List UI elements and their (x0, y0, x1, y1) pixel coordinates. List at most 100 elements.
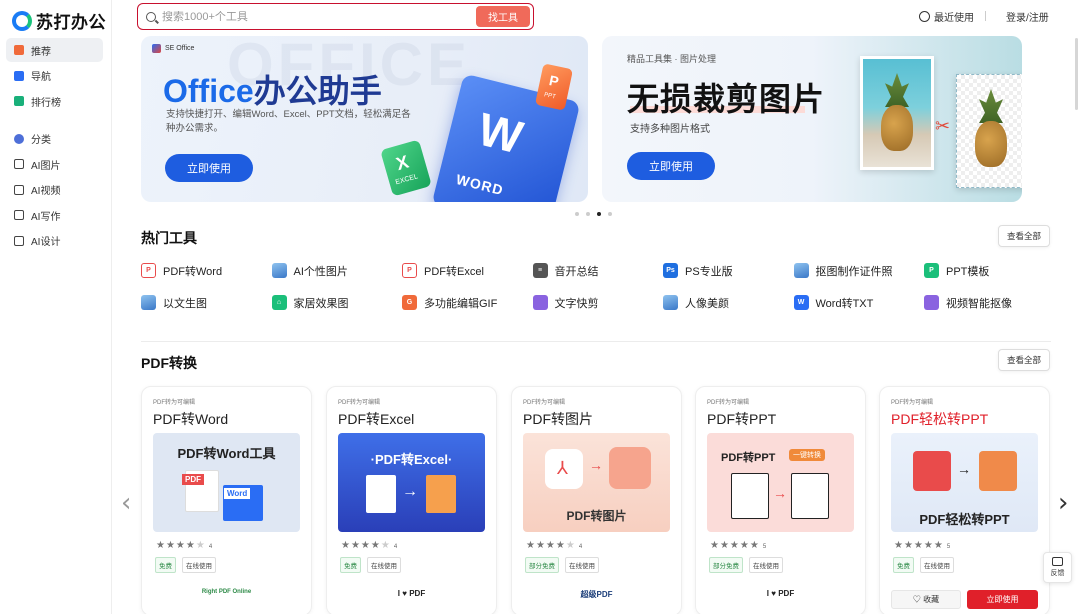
tool-label: PPT模板 (946, 265, 990, 278)
tag-online: 在线使用 (920, 557, 954, 573)
tool-card-pdf-to-excel[interactable]: PDF转为可编辑 PDF转Excel ·PDF转Excel· → ★★★★★ 4 … (326, 386, 497, 614)
tool-label: 以文生图 (163, 297, 207, 310)
pdf-section-title: PDF转换 (141, 355, 197, 371)
word-doc-shape: Word (223, 485, 263, 521)
card-tags: 部分免费 在线使用 (709, 557, 783, 573)
app-logo[interactable]: 苏打办公 (12, 8, 106, 33)
feedback-button[interactable]: 反馈 (1043, 552, 1072, 583)
tool-item[interactable]: 抠图制作证件照 (793, 262, 925, 279)
tag-online: 在线使用 (749, 557, 783, 573)
section-divider (141, 341, 1051, 342)
pdf-doc-shape: PDF (182, 470, 219, 512)
tool-card-pdf-to-ppt[interactable]: PDF转为可编辑 PDF转PPT PDF转PPT 一键转换 → ★★★★★ 5 部… (695, 386, 866, 614)
hot-tools-view-all-button[interactable]: 查看全部 (998, 225, 1050, 247)
sidebar-item-ai-writing[interactable]: AI写作 (6, 203, 103, 227)
card-rating: ★★★★★ 4 (156, 540, 213, 551)
search-icon (146, 11, 156, 22)
banner-title-rest: 办公助手 (253, 73, 382, 109)
card-tags: 免费 在线使用 (340, 557, 401, 573)
use-now-button[interactable]: 立即使用 (967, 590, 1038, 609)
search-input[interactable] (162, 10, 476, 23)
sidebar-item-label: 导航 (31, 72, 51, 83)
recommend-icon (14, 45, 24, 55)
tool-label: 抠图制作证件照 (815, 265, 893, 278)
sidebar-item-ranking[interactable]: 排行榜 (6, 89, 103, 113)
banner-crop-image[interactable]: 精品工具集 · 图片处理 无损裁剪图片 支持多种图片格式 立即使用 ✂ (602, 36, 1022, 202)
banner-use-button[interactable]: 立即使用 (165, 154, 253, 182)
card-rating-value: 4 (208, 544, 213, 550)
sidebar-item-recommend[interactable]: 推荐 (6, 38, 103, 62)
card-rating-value: 4 (393, 544, 398, 550)
tool-card-pdf-to-word[interactable]: PDF转为可编辑 PDF转Word PDF转Word工具 PDF Word ★★… (141, 386, 312, 614)
tool-item[interactable]: W Word转TXT (793, 294, 925, 311)
tool-item[interactable]: P PPT模板 (924, 262, 1055, 279)
word-icon: W (793, 295, 809, 310)
sidebar-item-category[interactable]: 分类 (6, 127, 103, 151)
tool-item[interactable]: Ps PS专业版 (663, 262, 794, 279)
pdf-view-all-button[interactable]: 查看全部 (998, 349, 1050, 371)
favorite-button[interactable]: ♡ 收藏 (891, 590, 961, 609)
card-thumbnail: PDF转PPT 一键转换 → (707, 433, 854, 532)
card-rating: ★★★★★ 4 (341, 540, 398, 551)
card-rating-value: 4 (578, 544, 583, 550)
tool-item[interactable]: G 多功能编辑GIF (402, 294, 533, 311)
arrow-right-icon: → (589, 457, 603, 473)
arrow-right-icon: → (402, 483, 418, 500)
tool-item[interactable]: AI个性图片 (271, 262, 403, 279)
thumb-label: ·PDF转Excel· (370, 452, 453, 467)
card-thumbnail: → PDF轻松转PPT (891, 433, 1038, 532)
pdf-doc-shape: ⅄ (545, 449, 583, 489)
sidebar-item-navigation[interactable]: 导航 (6, 64, 103, 88)
card-thumbnail: PDF转Word工具 PDF Word (153, 433, 300, 532)
thumb-label: PDF转PPT (721, 452, 776, 464)
sidebar-item-ai-image[interactable]: AI图片 (6, 152, 103, 176)
tool-card-pdf-to-image[interactable]: PDF转为可编辑 PDF转图片 ⅄ → PDF转图片 ★★★★★ 4 部分免费 在… (511, 386, 682, 614)
tool-item[interactable]: ⌂ 家居效果图 (271, 294, 403, 311)
card-brand: 超级PDF (580, 590, 613, 599)
sidebar-item-label: 推荐 (31, 46, 51, 58)
carousel-dot-active[interactable] (597, 212, 601, 216)
card-rating-value: 5 (946, 544, 951, 550)
scissors-icon: ✂ (935, 116, 951, 136)
thumb-label: PDF转图片 (566, 509, 627, 523)
document-icon: ≡ (532, 263, 548, 278)
banner-use-button[interactable]: 立即使用 (627, 152, 715, 180)
ps-icon: Ps (663, 263, 678, 278)
home-icon: ⌂ (271, 295, 287, 310)
tool-card-pdf-easy-to-ppt[interactable]: PDF转为可编辑 PDF轻松转PPT → PDF轻松转PPT ★★★★★ 5 免费… (879, 386, 1050, 614)
sidebar-item-ai-design[interactable]: AI设计 (6, 229, 103, 253)
tool-item[interactable]: 以文生图 (141, 294, 272, 311)
banner-office[interactable]: OFFICE SE Office Office办公助手 支持快捷打开、编辑Wor… (141, 36, 588, 202)
login-link[interactable]: 登录/注册 (1006, 9, 1049, 24)
ppt-doc-shape (791, 473, 829, 519)
sidebar-separator (6, 115, 103, 127)
tool-label: Word转TXT (815, 297, 874, 310)
card-title: PDF转Excel (338, 411, 415, 427)
carousel-prev-arrow[interactable]: ‹ (121, 488, 131, 518)
search-button[interactable]: 找工具 (476, 6, 530, 27)
recent-label: 最近使用 (934, 13, 974, 24)
tool-item[interactable]: 文字快剪 (532, 294, 664, 311)
card-brand: I ♥ PDF (397, 589, 426, 598)
tool-label: PDF转Excel (424, 265, 484, 278)
carousel-dot[interactable] (608, 212, 612, 216)
tag-free: 免费 (155, 557, 176, 573)
sidebar-item-ai-video[interactable]: AI视频 (6, 178, 103, 202)
arrow-right-icon: → (957, 461, 971, 477)
carousel-dot[interactable] (586, 212, 590, 216)
sidebar-item-label: AI图片 (31, 160, 61, 172)
tool-item[interactable]: P PDF转Word (141, 262, 272, 279)
tool-item[interactable]: P PDF转Excel (402, 262, 533, 279)
carousel-dot[interactable] (575, 212, 579, 216)
tool-item[interactable]: 视频智能抠像 (924, 294, 1055, 311)
chat-icon (1052, 557, 1063, 566)
card-rating: ★★★★★ 5 (710, 540, 767, 551)
recent-link[interactable]: 最近使用 (919, 9, 974, 24)
se-office-label: SE Office (165, 45, 195, 52)
tool-item[interactable]: ≡ 音开总结 (532, 262, 664, 279)
carousel-next-arrow[interactable]: › (1058, 488, 1068, 518)
tool-item[interactable]: 人像美颜 (663, 294, 794, 311)
sidebar-nav: 推荐 导航 排行榜 分类 AI图片 AI视频 AI写作 AI设计 (6, 38, 103, 254)
logo-icon (12, 10, 32, 31)
scrollbar[interactable] (1075, 38, 1078, 110)
